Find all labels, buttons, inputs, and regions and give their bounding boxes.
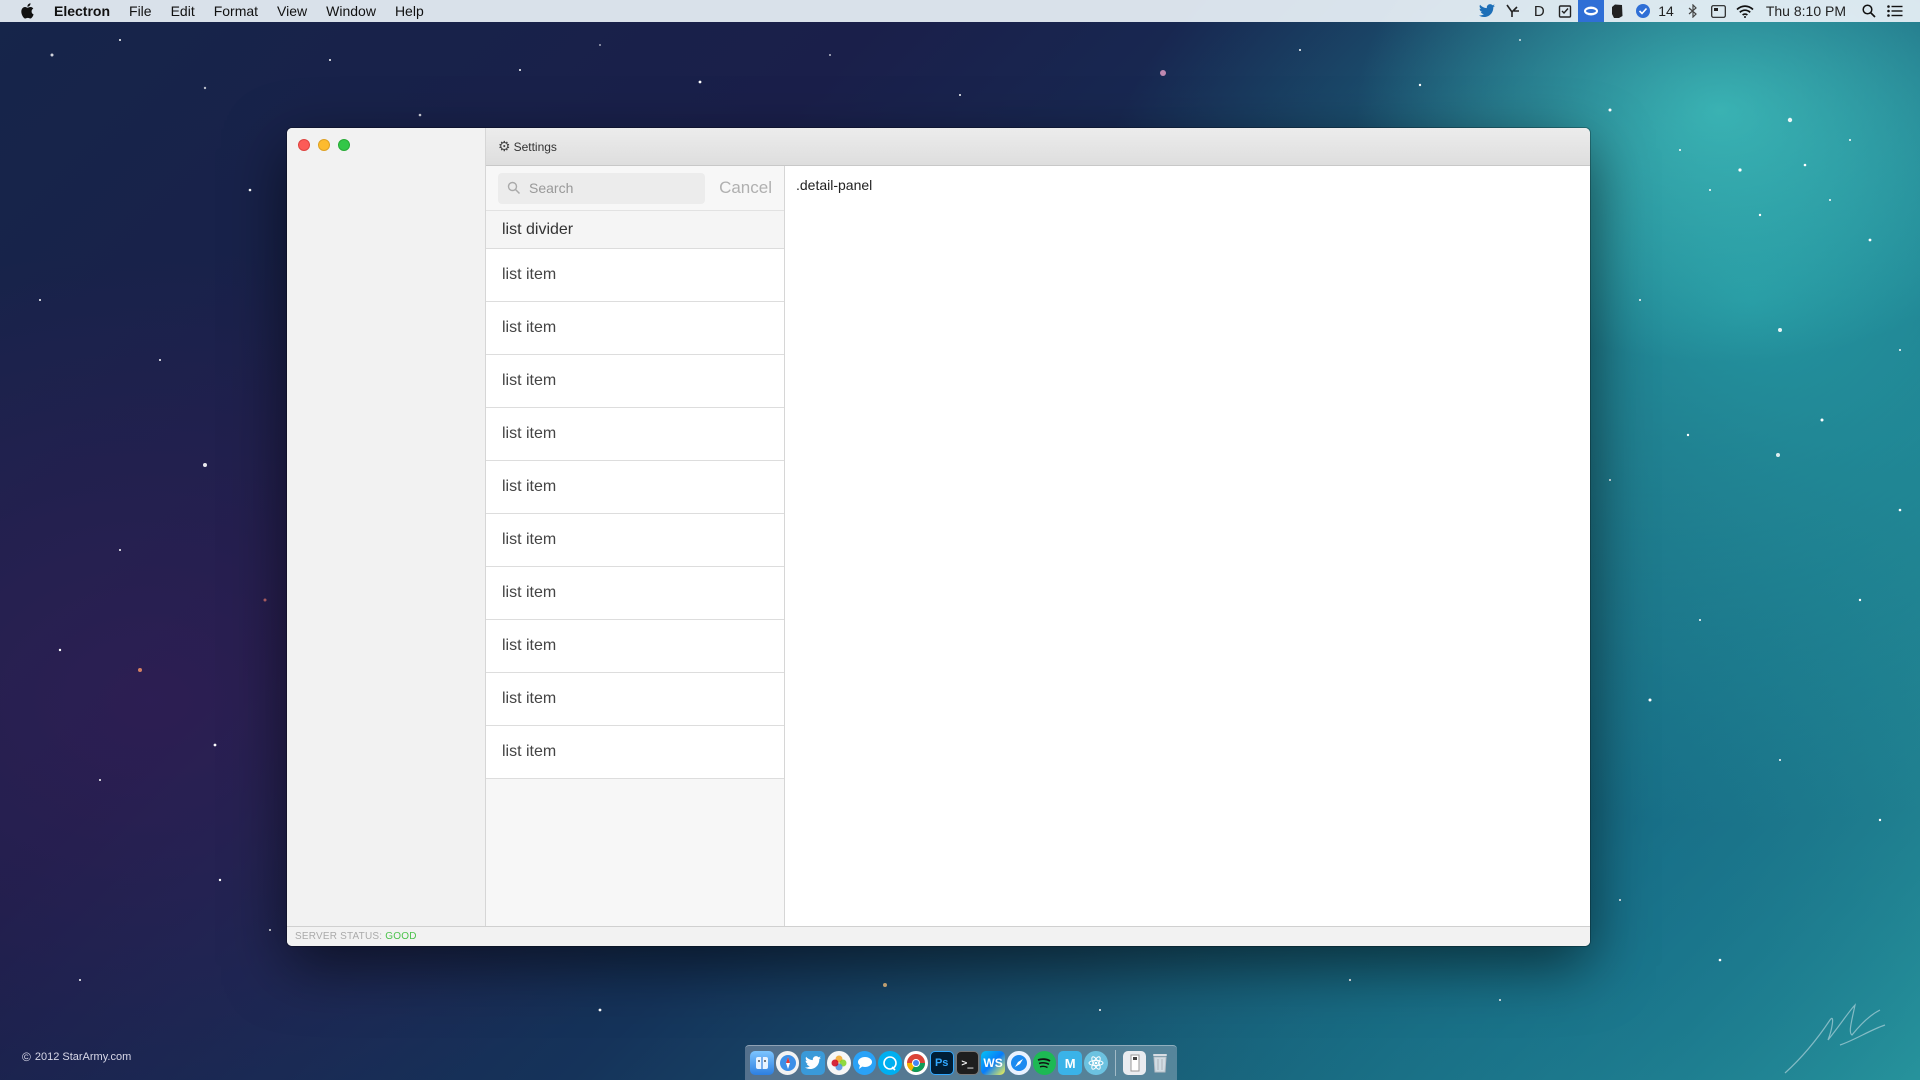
- detail-panel-text: .detail-panel: [796, 177, 873, 193]
- list-item[interactable]: list item: [486, 620, 784, 673]
- menubar-clock[interactable]: Thu 8:10 PM: [1758, 3, 1856, 19]
- chrome-icon[interactable]: [904, 1051, 928, 1075]
- window-title: Settings: [513, 139, 557, 154]
- wallpaper-copyright: © 2012 StarArmy.com: [22, 1050, 131, 1064]
- messages-icon[interactable]: [852, 1051, 877, 1075]
- app-menu-electron[interactable]: Electron: [54, 3, 110, 19]
- search-row: Cancel: [486, 166, 784, 210]
- menu-edit[interactable]: Edit: [171, 3, 195, 19]
- apple-menu-icon[interactable]: [20, 3, 40, 19]
- list-divider: list divider: [486, 210, 784, 249]
- maximize-button[interactable]: [338, 139, 350, 151]
- menu-bar: Electron File Edit Format View Window He…: [0, 0, 1920, 22]
- alarm-status-icon[interactable]: [1552, 4, 1578, 18]
- photoshop-icon[interactable]: Ps: [929, 1051, 954, 1075]
- list-item[interactable]: list item: [486, 514, 784, 567]
- evernote-status-icon[interactable]: [1604, 4, 1630, 19]
- list-pane: Cancel list divider list item list item …: [486, 166, 785, 926]
- bluetooth-status-icon[interactable]: [1680, 4, 1706, 18]
- menu-format[interactable]: Format: [214, 3, 258, 19]
- keyboard-status-icon[interactable]: [1706, 4, 1732, 18]
- settings-window: ⚙ Settings Cancel list divider list item…: [287, 128, 1590, 946]
- list-item[interactable]: list item: [486, 567, 784, 620]
- status-menus: D 14 Thu 8:10 PM: [1474, 0, 1920, 22]
- finder-icon[interactable]: [750, 1051, 774, 1075]
- close-button[interactable]: [298, 139, 310, 151]
- documents-icon[interactable]: [1122, 1051, 1147, 1075]
- menu-file[interactable]: File: [129, 3, 152, 19]
- atom-icon[interactable]: [1084, 1051, 1108, 1075]
- title-bar: ⚙ Settings: [486, 128, 1590, 166]
- skype-icon[interactable]: [878, 1051, 903, 1075]
- terminal-icon[interactable]: >_: [955, 1051, 980, 1075]
- dropbox-status-icon[interactable]: [1630, 3, 1656, 19]
- dock: Ps >_ WS M: [745, 1045, 1177, 1080]
- spotify-icon[interactable]: [1032, 1051, 1057, 1075]
- sidebar: [287, 128, 486, 926]
- minimize-button[interactable]: [318, 139, 330, 151]
- safari-icon[interactable]: [775, 1051, 800, 1075]
- search-box: [498, 172, 706, 204]
- list-item[interactable]: list item: [486, 726, 784, 779]
- list-item[interactable]: list item: [486, 302, 784, 355]
- wifi-status-icon[interactable]: [1732, 4, 1758, 18]
- status-footer: SERVER STATUS: GOOD: [287, 926, 1590, 946]
- copyright-text: 2012 StarArmy.com: [34, 1051, 132, 1063]
- cancel-button[interactable]: Cancel: [719, 178, 772, 198]
- server-status-value: GOOD: [385, 931, 417, 942]
- gear-icon: ⚙: [498, 138, 511, 154]
- twitter-status-icon[interactable]: [1474, 4, 1500, 18]
- detail-panel: .detail-panel: [785, 166, 1590, 926]
- webstorm-icon[interactable]: WS: [981, 1051, 1005, 1075]
- list-item[interactable]: list item: [486, 355, 784, 408]
- list-item[interactable]: list item: [486, 461, 784, 514]
- window-controls: [298, 139, 350, 151]
- list-item[interactable]: list item: [486, 249, 784, 302]
- mailbox-icon[interactable]: M: [1058, 1051, 1082, 1075]
- menu-help[interactable]: Help: [395, 3, 424, 19]
- list-item[interactable]: list item: [486, 673, 784, 726]
- notification-center-icon[interactable]: [1882, 5, 1908, 17]
- spotlight-search-icon[interactable]: [1856, 4, 1882, 18]
- dock-separator: [1114, 1050, 1116, 1076]
- menu-window[interactable]: Window: [326, 3, 376, 19]
- list-item[interactable]: list item: [486, 408, 784, 461]
- signature-mark: [1784, 1003, 1886, 1074]
- copyright-icon: ©: [22, 1050, 31, 1064]
- search-icon: [507, 181, 521, 195]
- twitter-icon[interactable]: [801, 1051, 826, 1075]
- menu-view[interactable]: View: [277, 3, 307, 19]
- photos-icon[interactable]: [827, 1051, 851, 1075]
- server-status-label: SERVER STATUS:: [295, 931, 383, 942]
- mouth-status-icon[interactable]: [1578, 0, 1605, 22]
- item-list: list item list item list item list item …: [486, 249, 784, 779]
- safari-compass-icon[interactable]: [1006, 1051, 1031, 1075]
- notification-count: 14: [1658, 3, 1674, 19]
- trash-icon[interactable]: [1148, 1051, 1172, 1075]
- yammer-status-icon[interactable]: [1500, 4, 1526, 18]
- search-input[interactable]: [529, 180, 679, 196]
- d-status-icon[interactable]: D: [1526, 3, 1552, 20]
